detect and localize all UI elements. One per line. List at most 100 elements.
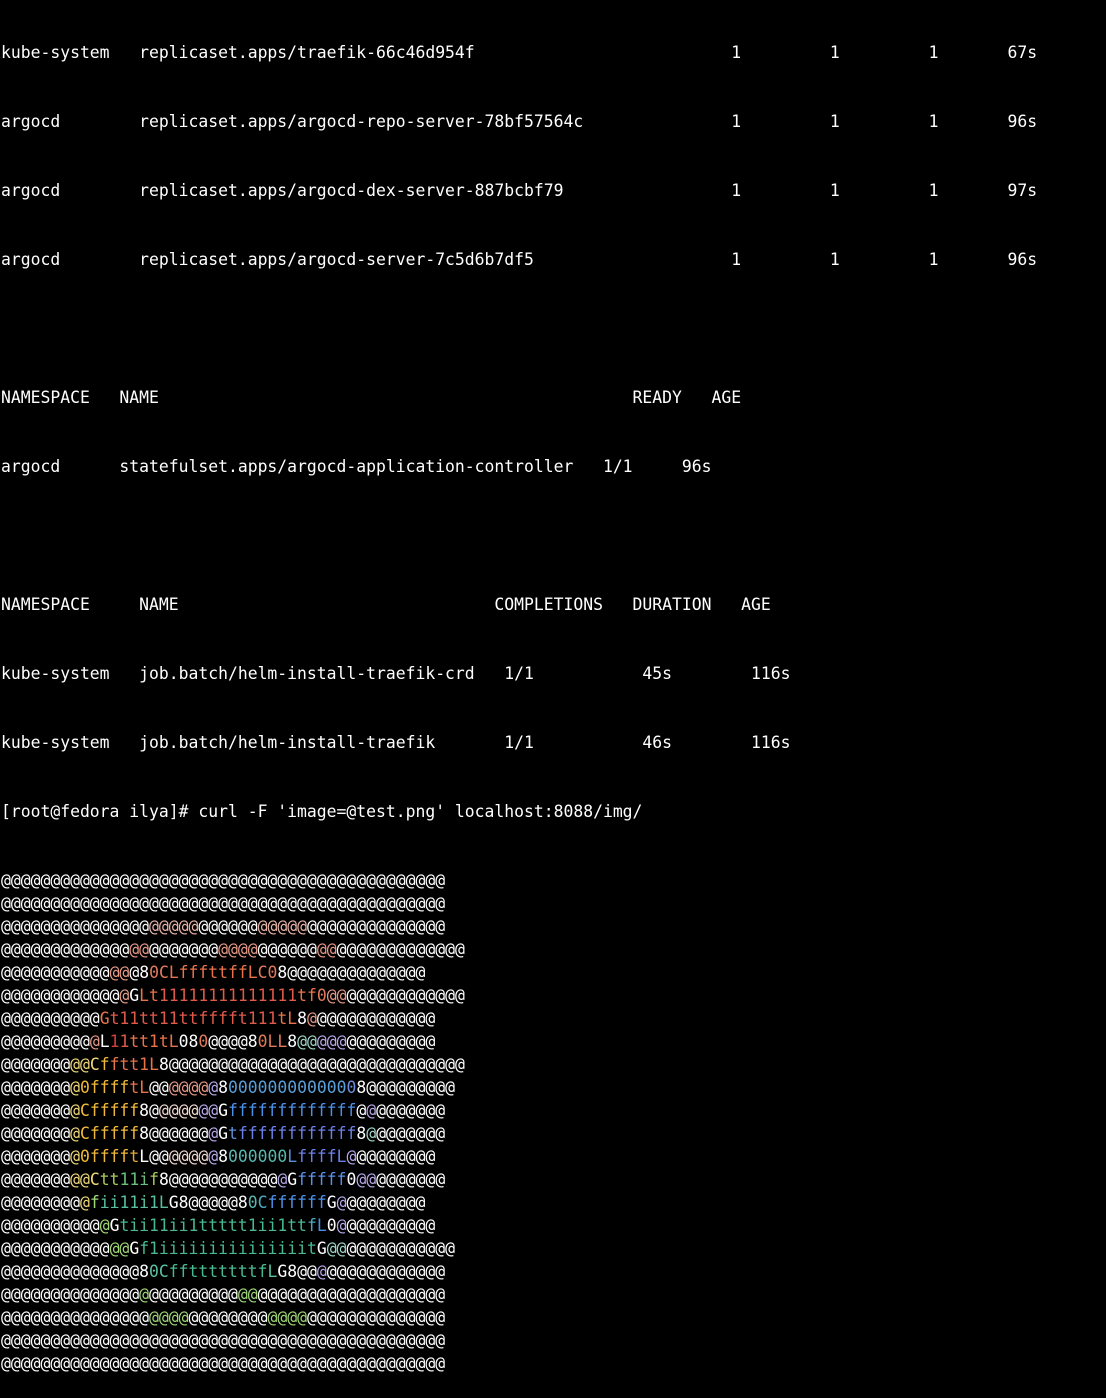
ascii-art-segment: L: [336, 1147, 347, 1166]
ascii-art-segment: ffff: [89, 1078, 130, 1097]
ascii-art-row: @@@@@@@@@@@@@@@@@@@@@@@@@@@@@@@@@@@@@@@@…: [1, 892, 1105, 915]
ascii-art-segment: 0: [149, 1262, 159, 1281]
ascii-art-segment: L: [139, 1078, 150, 1097]
ascii-art-segment: @: [316, 1262, 327, 1281]
ascii-art-segment: fffff: [89, 1124, 140, 1143]
ascii-art-segment: @@@@@@@@@@@: [1, 1239, 110, 1258]
ascii-art-segment: @@@@@@@@@@: [1, 1216, 100, 1235]
ascii-art-segment: @@@@: [158, 1101, 199, 1120]
ascii-art-segment: @@@@@@@@: [188, 1308, 268, 1327]
ascii-art-segment: @: [208, 1124, 219, 1143]
ascii-art-segment: @@: [297, 1262, 317, 1281]
ascii-art-segment: @: [366, 1101, 377, 1120]
ascii-art-segment: @@: [356, 1170, 377, 1189]
ascii-art-segment: L: [149, 1055, 159, 1074]
terminal-statefulset-row: argocd statefulset.apps/argocd-applicati…: [1, 457, 712, 476]
ascii-art-segment: @@@@@@: [257, 940, 317, 959]
ascii-art-segment: G: [168, 1193, 179, 1212]
ascii-art-segment: L: [99, 1032, 110, 1051]
ascii-art-segment: @@@@@@@@@@@@@@: [287, 963, 426, 982]
ascii-art-segment: @: [336, 1216, 347, 1235]
ascii-art-segment: 1: [119, 1032, 130, 1051]
ascii-art-segment: @@: [109, 963, 130, 982]
ascii-art-segment: @: [208, 1078, 219, 1097]
ascii-art-segment: @@@@@@@@@@@@@@@@@@@@@@@@@@@@@@@@@@@@@@@@…: [1, 1331, 446, 1350]
ascii-art-row: @@@@@@@@@@L11tt1tL080@@@@80LL8@@@@@@@@@@…: [1, 1030, 1105, 1053]
ascii-art-segment: C: [89, 1055, 100, 1074]
ascii-art-segment: @: [306, 1009, 317, 1028]
ascii-art-segment: @@@@@@@@: [356, 1147, 436, 1166]
ascii-art-segment: @@@@@@@@@@@@@@: [306, 1308, 446, 1327]
ascii-art-segment: @@: [109, 1239, 130, 1258]
ascii-art-segment: @: [366, 1124, 377, 1143]
ascii-art-row: @@@@@@@@Cfffff8@@@@@@@Gfffffffffffff@@@@…: [1, 1099, 1105, 1122]
ascii-art-segment: 0: [247, 1193, 258, 1212]
ascii-art-segment: @@@@@@@: [1, 1170, 71, 1189]
ascii-art-segment: 0: [257, 1032, 268, 1051]
ascii-art-segment: @@@@@@@@@@@: [346, 1239, 455, 1258]
ascii-art-segment: 0: [346, 1170, 357, 1189]
terminal-job-row-traefik: kube-system job.batch/helm-install-traef…: [1, 733, 791, 752]
ascii-art-segment: G: [109, 1216, 120, 1235]
ascii-art-segment: @@@@@@@@@@@: [168, 1170, 278, 1189]
ascii-art-segment: i: [139, 1170, 150, 1189]
ascii-art-segment: @@@@@@@@@: [149, 1285, 238, 1304]
ascii-art-row: @@@@@@@@@@@@@@@@@@@@@@@@@@@@@@@@@@@@@@@@…: [1, 869, 1105, 892]
ascii-art-segment: @: [336, 1193, 347, 1212]
ascii-art-segment: 0: [178, 1032, 189, 1051]
ascii-art-segment: @@@@@@@@@@@@@@@@@@@@@@@@@@@@@@@@@@@@@@@@…: [1, 894, 446, 913]
ascii-art-segment: C: [89, 1170, 100, 1189]
ascii-art-segment: @@@@@@@: [376, 1101, 446, 1120]
ascii-art-segment: @@@@@@@: [1, 1078, 71, 1097]
ascii-art-segment: @@@@@@: [198, 917, 258, 936]
ascii-art-segment: @@@@: [208, 1032, 248, 1051]
ascii-art-segment: 8: [287, 1032, 298, 1051]
ascii-art-segment: t: [237, 1009, 248, 1028]
ascii-art-segment: @@@@@@@: [1, 1124, 71, 1143]
ascii-art-segment: G: [326, 1193, 337, 1212]
ascii-art-row: @@@@@@@@@@@@@@80CLfffttffLC08@@@@@@@@@@@…: [1, 961, 1105, 984]
ascii-art-segment: @@@@@@@@@@@@: [326, 1262, 446, 1281]
ascii-art-row: @@@@@@@@@@@@@Gf1iiiiiiiiiiiiiiitG@@@@@@@…: [1, 1237, 1105, 1260]
ascii-art-row: @@@@@@@@@@@@@@@@@@@@@@@@@@@@@@@@@@@@@@@@…: [1, 938, 1105, 961]
ascii-art-segment: G: [99, 1009, 110, 1028]
ascii-art-segment: @@@@@: [149, 917, 199, 936]
ascii-art-segment: @@: [129, 940, 150, 959]
ascii-art-segment: 8: [218, 1147, 229, 1166]
ascii-art-segment: @@@@@@@: [1, 1101, 71, 1120]
ascii-art-segment: fffff: [89, 1101, 140, 1120]
ascii-art-segment: t: [129, 1147, 140, 1166]
ascii-art-segment: G: [129, 1239, 140, 1258]
ascii-art-row: @@@@@@@@@@@@@GLt11111111111111tf0@@@@@@@…: [1, 984, 1105, 1007]
ascii-art-segment: @@: [326, 1239, 347, 1258]
ascii-art-segment: 0: [346, 1078, 357, 1097]
ascii-art-segment: fffff: [297, 1170, 347, 1189]
ascii-art-segment: @: [89, 1032, 100, 1051]
ascii-art-segment: @: [346, 1147, 357, 1166]
terminal-statefulset-header: NAMESPACE NAME READY AGE: [1, 388, 742, 407]
ascii-art-segment: L: [139, 1147, 150, 1166]
ascii-art-segment: ffff: [297, 1147, 337, 1166]
ascii-art-segment: 8: [218, 1078, 229, 1097]
ascii-art-segment: 0: [79, 1078, 90, 1097]
ascii-art-segment: 000000: [228, 1147, 288, 1166]
ascii-art-row: @@@@@@@@@@@@@@@@@@@@@@@@@@@@@@@@@@@@@@@@…: [1, 1306, 1105, 1329]
ascii-art-segment: 0: [79, 1147, 90, 1166]
ascii-art-segment: fftttttttf: [168, 1262, 268, 1281]
ascii-art-segment: @: [119, 986, 130, 1005]
ascii-art-segment: @: [208, 1147, 219, 1166]
ascii-art-segment: f: [89, 1193, 100, 1212]
ascii-art-row: @@@@@@@@@Cfftt1L8@@@@@@@@@@@@@@@@@@@@@@@…: [1, 1053, 1105, 1076]
ascii-art-segment: @@@@@@@@@@@@: [1, 986, 120, 1005]
ascii-art-segment: 0: [198, 1032, 209, 1051]
ascii-art-segment: 8: [356, 1078, 367, 1097]
ascii-art-segment: 0: [149, 963, 159, 982]
ascii-art-segment: 8: [277, 963, 288, 982]
ascii-art-segment: G: [218, 1124, 229, 1143]
ascii-art-segment: C: [79, 1101, 90, 1120]
ascii-art-segment: @@: [70, 1170, 90, 1189]
terminal-window[interactable]: kube-system replicaset.apps/traefik-66c4…: [1, 0, 1105, 1398]
ascii-art-segment: @: [99, 1216, 110, 1235]
ascii-art-segment: @@@@@@@@@@: [1, 1009, 100, 1028]
